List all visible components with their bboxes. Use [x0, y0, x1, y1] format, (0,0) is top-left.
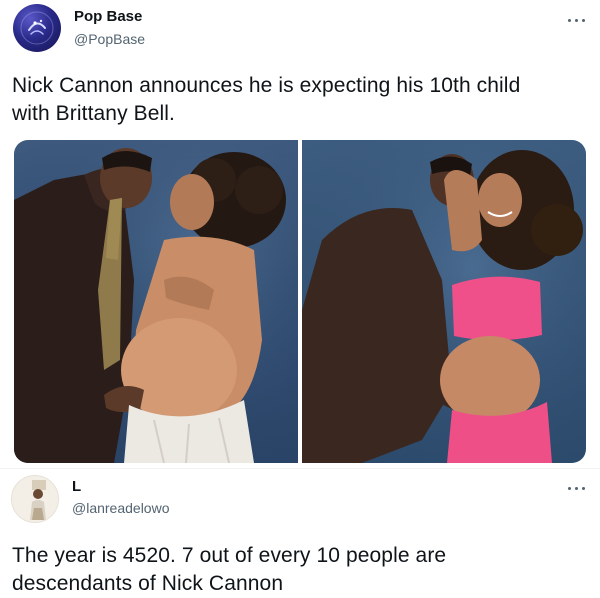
reply-text-line-2: descendants of Nick Cannon — [12, 572, 284, 595]
pop-base-avatar[interactable] — [13, 4, 61, 52]
reply-text-line-1: The year is 4520. 7 out of every 10 peop… — [12, 544, 447, 567]
pop-base-logo-icon — [20, 11, 54, 45]
tweet-text-line-2: with Brittany Bell. — [12, 102, 175, 125]
reply-more-options-icon[interactable] — [566, 483, 588, 493]
reply-author-avatar[interactable] — [11, 475, 59, 523]
media-grid — [14, 140, 586, 463]
tweet-text-line-1: Nick Cannon announces he is expecting hi… — [12, 74, 521, 97]
author-handle[interactable]: @PopBase — [74, 31, 145, 47]
reply-author-display-name[interactable]: L — [72, 478, 81, 495]
tweet-divider — [0, 468, 600, 469]
photo-right-illustration — [302, 140, 586, 463]
tweet-photo-right[interactable] — [302, 140, 586, 463]
user-avatar-icon — [12, 476, 58, 522]
photo-left-illustration — [14, 140, 298, 463]
reply-author-handle[interactable]: @lanreadelowo — [72, 500, 170, 516]
more-options-icon[interactable] — [566, 15, 588, 25]
tweet-photo-left[interactable] — [14, 140, 298, 463]
main-tweet[interactable]: Pop Base @PopBase Nick Cannon announces … — [0, 0, 600, 468]
author-display-name[interactable]: Pop Base — [74, 8, 142, 25]
